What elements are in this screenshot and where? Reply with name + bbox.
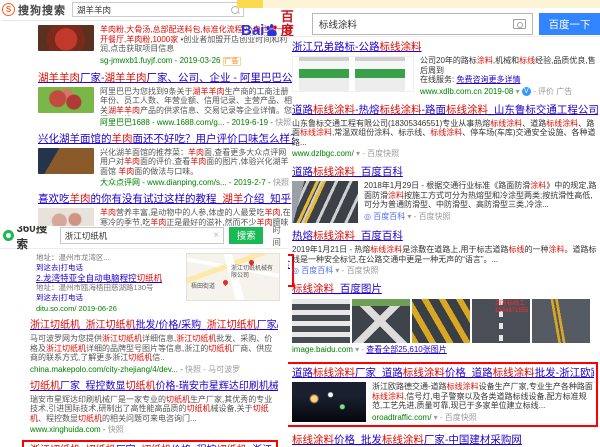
search-result: 湖羊羊肉厂家-湖羊羊肉厂家、公司、企业 - 阿里巴巴公司黄页 阿里巴巴为您找到9… [38,72,294,128]
result-url: ◎ 百度百科 ▾ - 百度快照 [364,211,598,222]
so360-logo-text: 360搜索 [17,226,55,252]
search-results-collage: S 搜狗搜索 湖羊羊肉 羊肉粉,大骨汤,总部配送料包,标准化流程,小白也能一样开… [0,0,600,447]
result-title-link[interactable]: 热熔标线涂料_百度百科 [292,230,598,243]
baidu-query-text: 标线涂料 [319,17,357,31]
search-result: 道路标线涂料_百度百科 2018年1月29日 - 根据交通行业标准《路面防滑涂料… [292,166,598,223]
result-url: 大众点评网 - www.dianping.com/s... - 2019-2-7… [100,177,294,188]
result-url: www.xinghuida.com - 快照 [30,424,278,435]
result-title-link[interactable]: 浙江切纸机_浙江切纸机批发/价格/采购_浙江切纸机厂家/供应商-马可... [30,319,278,332]
result-title-link[interactable]: 标线涂料_百度图片 [292,283,598,296]
search-result: 标线涂料_百度图片 刘万标线工 1524871555 image.baidu.c… [292,283,598,355]
result-title-link[interactable]: 喜欢吃羊肉的你有没有试过这样的教程_湖羊介绍_知乎 [38,193,294,206]
search-result: 道路标线涂料-热熔标线涂料-路面标线涂料_山东鲁标交通工程公司 山东鲁标交通工程… [292,104,598,160]
image-results-strip: 刘万标线工 1524871555 [292,299,598,343]
result-title-link[interactable]: 兴化湖羊面馆的羊肉面还不好吃？用户评价口味怎么样？吴江美食羊肉 [38,133,294,146]
search-result: 道路标线涂料厂家_道路标线涂料价格_道路标线涂料批发-浙江欧路德... 浙江欧路… [282,362,598,427]
baidu-results: 浙江兄弟路标-公路标线涂料 公司20年的路标涂料,机械和标线经验,品质优良,售后… [292,41,598,447]
map-label: 梧田街道 [191,284,235,291]
clear-icon[interactable]: × [213,231,219,241]
result-url: www.dzlbgc.com/ ▾ - 百度快照 [292,148,598,159]
image-result[interactable]: 刘万标线工 1524871555 [472,299,530,343]
result-url: www.xdlb.com.cn 2019-08 ▾ V - 评价 广告 [420,86,598,97]
map-thumbnail[interactable]: 浙江切纸机械有限公司 梧田街道 [186,253,280,301]
result-title-link[interactable]: 切纸机厂家_程控数显切纸机价格-瑞安市星辉达印刷机械厂 [30,380,278,393]
baidu-logo-cjk: 百度 [281,10,306,38]
so360-query-text: 浙江切纸机 [65,230,108,242]
so360-results: 浙江切纸机_浙江切纸机批发/价格/采购_浙江切纸机厂家/供应商-马可... 马可… [30,319,278,447]
image-result[interactable] [292,299,350,343]
result-url: china.makepolo.com/city-zhejiang/4/dev..… [30,364,278,375]
time-filter[interactable]: 时间 [272,226,288,248]
search-result: 浙江切纸机_切纸机厂家_切纸机价格_程控切纸机_浙江大祥办公设备... 浙江大祥… [22,440,278,447]
result-description: 瑞安市星辉达印刷机械厂是一家专业的切纸机生产厂家,其优秀的专业技术,引进国际技术… [30,395,278,424]
image-result[interactable] [412,299,470,343]
result-url: oroadtraffic.com/ ▾ - 百度快照 [372,412,594,423]
image-result[interactable] [532,299,590,343]
search-result: 浙江切纸机_浙江切纸机批发/价格/采购_浙江切纸机厂家/供应商-马可... 马可… [30,319,278,375]
search-result: 标线涂料价格_批发标线涂料厂家-中国建材采购网 热熔道路标线涂料聚乙烯蜡 熔点硬… [292,434,598,447]
so360-search-input[interactable]: 浙江切纸机 × [60,227,225,244]
result-title-link[interactable]: 道路标线涂料厂家_道路标线涂料价格_道路标线涂料批发-浙江欧路德... [292,367,594,380]
result-url: 阿里巴巴1688 - www.1688.com/g... - 2019-6-19… [100,117,294,128]
baidu-header: Bai 百度 标线涂料 百度一下 [241,10,600,38]
image-result[interactable] [352,299,410,343]
result-description: 2019年1月21日 - 热熔标线涂料是涂敷在道路上,用于标志道路标线的一种涂料… [292,245,598,264]
result-title-link[interactable]: 道路标线涂料_百度百科 [292,166,598,179]
map-links[interactable]: 到这去|打电话 [36,293,178,303]
result-thumbnail[interactable] [292,181,358,223]
baidu-logo[interactable]: Bai 百度 [241,10,306,38]
result-url: ◎ 百度百科 ▾ - 百度快照 [292,265,598,276]
map-result: 地址：温州市龙湾区... 到这去|打电话 2.龙湾特亚全自动电脑程控切纸机 地址… [36,253,288,314]
so360-header: 360搜索 浙江切纸机 × 搜索 时间 [0,226,288,245]
result-url: sg-jmwxb1.fuyjf.com - 2019-03-26广告 [100,55,294,67]
divider [2,20,240,21]
sogou-query-text: 湖羊羊肉 [77,4,111,16]
result-title-link[interactable]: 湖羊羊肉厂家-湖羊羊肉厂家、公司、企业 - 阿里巴巴公司黄页 [38,72,294,85]
result-description: 浙江欧路德交通-道路标线涂料设备生产厂家,专业生产各种路面标线涂料,信号灯,电子… [372,382,594,411]
result-description: 在线服务: 免费咨询更多详情 [420,75,598,85]
result-description: 马可波罗网为您提供浙江切纸机详细信息,浙江切纸机批发、采购、价格及浙江切纸机详细… [30,334,278,363]
map-url: ditu.so.com/ 2019-06-26 [36,304,178,314]
map-result-title[interactable]: 2.龙湾特亚全自动电脑程控切纸机 [36,273,178,283]
result-description: 阿里巴巴为您找到9条关于湖羊羊肉生产商的工商注册年份、员工人数、年营业额、信用记… [100,87,294,116]
result-description: 公司20年的路标涂料,机械和标线经验,品质优良,售后周到 [420,56,598,75]
search-result: 兴化湖羊面馆的羊肉面还不好吃？用户评价口味怎么样？吴江美食羊肉 兴化湖羊面馆的推… [38,133,294,189]
search-button[interactable]: 搜索 [229,227,263,244]
sogou-search-input[interactable]: 湖羊羊肉 [72,2,244,17]
search-result: 浙江兄弟路标-公路标线涂料 公司20年的路标涂料,机械和标线经验,品质优良,售后… [292,41,598,97]
result-thumbnail[interactable] [292,382,366,422]
map-address: 地址：温州市瓯海梧田慈湖路130号 [36,283,178,293]
sogou-icon: S [2,3,15,16]
baidu-search-button[interactable]: 百度一下 [539,13,600,35]
result-thumbnail[interactable] [38,25,94,51]
result-thumbnail[interactable] [38,87,94,113]
result-thumbnail[interactable] [292,56,414,92]
result-url: image.baidu.com ▾ - 查看全部25,610张图片 [292,344,598,355]
so360-logo[interactable]: 360搜索 [3,226,55,252]
map-pin-icon [248,259,255,266]
sogou-logo[interactable]: S 搜狗搜索 [2,2,66,18]
result-title-link[interactable]: 道路标线涂料-热熔标线涂料-路面标线涂料_山东鲁标交通工程公司 [292,104,598,117]
result-description: 兴化湖羊面馆的推荐菜：羊肉面,查看更多大众点评网用户对羊肉面的评价,查看羊肉面的… [100,148,294,177]
sogou-logo-text: 搜狗搜索 [18,2,66,18]
map-links[interactable]: 到这去|打电话 [36,263,178,273]
search-result: 切纸机厂家_程控数显切纸机价格-瑞安市星辉达印刷机械厂 瑞安市星辉达印刷机械厂是… [30,380,278,436]
so360-icon [3,230,14,241]
camera-icon[interactable] [513,19,526,29]
so360-panel: 360搜索 浙江切纸机 × 搜索 时间 地址：温州市龙湾区... 到这去|打电话… [0,226,288,447]
search-result: 热熔标线涂料_百度百科 2019年1月21日 - 热熔标线涂料是涂敷在道路上,用… [292,230,598,276]
notice-strip [237,0,600,8]
notice-strip-accent [237,0,263,8]
result-thumbnail[interactable] [38,148,94,174]
map-label: 浙江切纸机械有限公司 [231,266,275,279]
baidu-search-input[interactable]: 标线涂料 [312,13,533,35]
result-description: 2018年1月29日 - 根据交通行业标准《路面防滑涂料》中的规定,路面防滑涂料… [364,181,598,210]
divider [237,36,600,37]
result-title-link[interactable]: 浙江兄弟路标-公路标线涂料 [292,41,598,54]
result-title-link[interactable]: 标线涂料价格_批发标线涂料厂家-中国建材采购网 [292,434,598,447]
map-address: 地址：温州市龙湾区... [36,253,178,263]
result-description: 山东鲁标交通工程有限公司(18305346551)专业从事热熔标线涂料、道路标线… [292,119,598,148]
